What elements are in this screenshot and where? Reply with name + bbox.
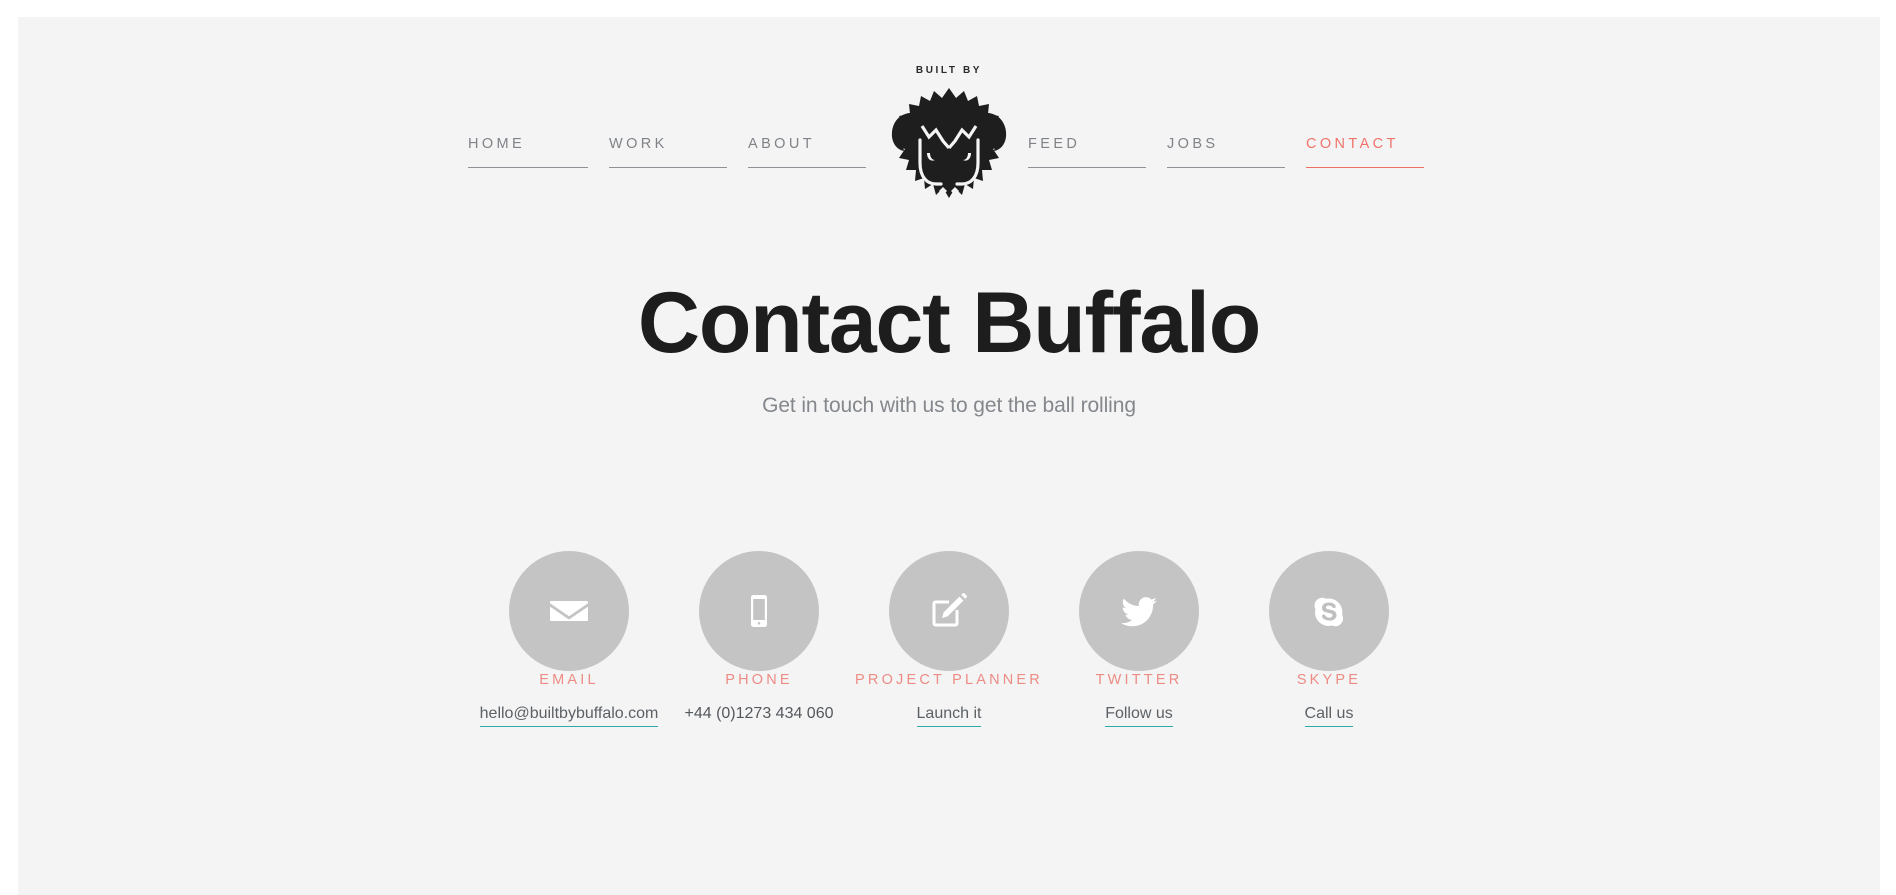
twitter-action-link[interactable]: Follow us [1105,704,1173,727]
nav-item-work[interactable]: WORK [609,135,727,168]
twitter-label: TWITTER [1095,672,1183,688]
twitter-bird-icon [1121,597,1157,627]
contact-card-phone[interactable]: PHONE +44 (0)1273 434 060 [664,551,854,726]
envelope-icon [550,601,588,621]
buffalo-head-logo [891,88,1007,198]
email-action-link[interactable]: hello@builtbybuffalo.com [479,704,659,727]
skype-action-link[interactable]: Call us [1304,704,1354,727]
primary-nav-left: HOME WORK ABOUT [468,135,866,168]
contact-card-project-planner[interactable]: PROJECT PLANNER Launch it [854,551,1044,727]
project-planner-label: PROJECT PLANNER [855,672,1043,688]
twitter-circle [1079,551,1199,671]
phone-number-text: +44 (0)1273 434 060 [684,705,834,722]
nav-item-contact[interactable]: CONTACT [1306,135,1424,168]
primary-nav-right: FEED JOBS CONTACT [1028,135,1424,168]
nav-item-jobs[interactable]: JOBS [1167,135,1285,168]
pencil-square-icon [932,593,967,627]
page-title: Contact Buffalo [637,275,1261,371]
contact-card-skype[interactable]: SKYPE Call us [1234,551,1424,727]
phone-circle [699,551,819,671]
contact-card-twitter[interactable]: TWITTER Follow us [1044,551,1234,727]
nav-item-home[interactable]: HOME [468,135,588,168]
skype-label: SKYPE [1296,672,1362,688]
email-label: EMAIL [539,672,599,688]
project-planner-action-link[interactable]: Launch it [916,704,982,727]
hero-section: Contact Buffalo Get in touch with us to … [18,275,1880,420]
page-subtitle: Get in touch with us to get the ball rol… [762,394,1136,417]
project-planner-circle [889,551,1009,671]
nav-item-feed[interactable]: FEED [1028,135,1146,168]
skype-icon [1314,597,1344,627]
page-canvas: HOME WORK ABOUT BUILT BY FEED JOBS CONTA… [18,17,1880,895]
mobile-phone-icon [751,595,767,627]
brand-kicker-text: BUILT BY [915,65,983,76]
nav-item-about[interactable]: ABOUT [748,135,866,168]
email-circle [509,551,629,671]
brand-logo[interactable]: BUILT BY [864,65,1034,217]
contact-methods-row: EMAIL hello@builtbybuffalo.com PHONE +44… [18,551,1880,727]
phone-label: PHONE [725,672,793,688]
skype-circle [1269,551,1389,671]
contact-card-email[interactable]: EMAIL hello@builtbybuffalo.com [474,551,664,727]
site-header: HOME WORK ABOUT BUILT BY FEED JOBS CONTA… [18,17,1880,232]
